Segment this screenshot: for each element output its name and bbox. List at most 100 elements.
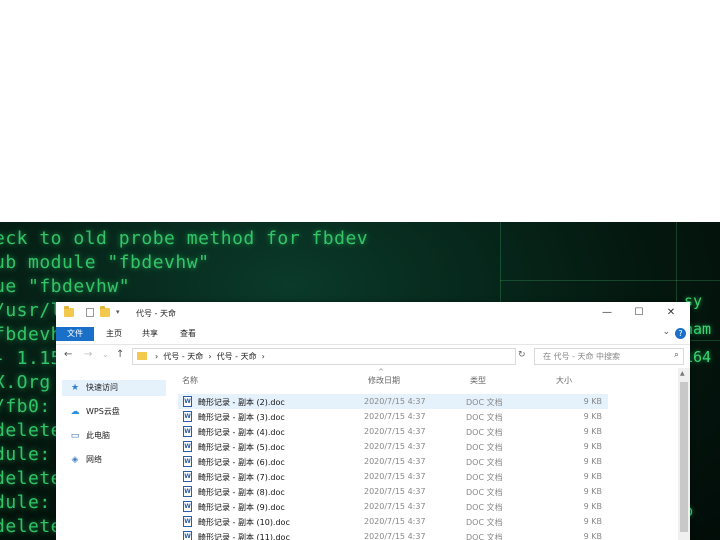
- scroll-up-icon[interactable]: ▲: [680, 370, 685, 377]
- network-icon: ◈: [71, 455, 79, 465]
- table-row[interactable]: W 畸形记录 - 副本 (10).doc 2020/7/15 4:37 DOC …: [178, 514, 608, 529]
- file-name: 畸形记录 - 副本 (3).doc: [198, 413, 285, 422]
- star-icon: ★: [70, 383, 80, 393]
- table-row[interactable]: W 畸形记录 - 副本 (8).doc 2020/7/15 4:37 DOC 文…: [178, 484, 608, 499]
- address-input[interactable]: › 代号 - 天命 › 代号 - 天命 ›: [132, 348, 516, 365]
- help-icon[interactable]: ?: [675, 328, 686, 339]
- column-header-type[interactable]: 类型: [470, 375, 486, 386]
- sidebar-item-network[interactable]: ◈ 网络: [62, 452, 166, 468]
- table-row[interactable]: W 畸形记录 - 副本 (11).doc 2020/7/15 4:37 DOC …: [178, 529, 608, 540]
- file-type: DOC 文档: [466, 473, 503, 482]
- file-size: 9 KB: [583, 487, 602, 496]
- column-header-size[interactable]: 大小: [556, 375, 572, 386]
- table-row[interactable]: W 畸形记录 - 副本 (9).doc 2020/7/15 4:37 DOC 文…: [178, 499, 608, 514]
- file-date: 2020/7/15 4:37: [364, 427, 426, 436]
- new-folder-icon[interactable]: [100, 306, 110, 317]
- word-document-icon: W: [183, 531, 192, 540]
- file-date: 2020/7/15 4:37: [364, 457, 426, 466]
- file-date: 2020/7/15 4:37: [364, 532, 426, 540]
- file-date: 2020/7/15 4:37: [364, 397, 426, 406]
- word-document-icon: W: [183, 471, 192, 482]
- file-size: 9 KB: [583, 442, 602, 451]
- file-name: 畸形记录 - 副本 (2).doc: [198, 398, 285, 407]
- navigation-pane: ★ 快速访问 ☁ WPS云盘 ▭ 此电脑 ◈ 网络: [56, 368, 166, 540]
- column-header-date[interactable]: 修改日期: [368, 375, 400, 386]
- table-row[interactable]: W 畸形记录 - 副本 (5).doc 2020/7/15 4:37 DOC 文…: [178, 439, 608, 454]
- ribbon-tabs: 文件 主页 共享 查看 ⌄ ?: [56, 324, 690, 345]
- file-size: 9 KB: [583, 427, 602, 436]
- file-size: 9 KB: [583, 517, 602, 526]
- cloud-icon: ☁: [70, 407, 80, 417]
- file-type: DOC 文档: [466, 413, 503, 422]
- file-date: 2020/7/15 4:37: [364, 472, 426, 481]
- file-size: 9 KB: [583, 412, 602, 421]
- grid-line: [500, 280, 720, 281]
- word-document-icon: W: [183, 516, 192, 527]
- blank-top-area: [0, 0, 720, 222]
- table-row[interactable]: W 畸形记录 - 副本 (7).doc 2020/7/15 4:37 DOC 文…: [178, 469, 608, 484]
- recent-locations-icon[interactable]: ⌄: [102, 350, 109, 359]
- file-size: 9 KB: [583, 532, 602, 540]
- tab-share[interactable]: 共享: [136, 327, 164, 341]
- folder-icon: [137, 352, 147, 360]
- file-type: DOC 文档: [466, 398, 503, 407]
- file-name: 畸形记录 - 副本 (8).doc: [198, 488, 285, 497]
- file-name: 畸形记录 - 副本 (9).doc: [198, 503, 285, 512]
- file-name: 畸形记录 - 副本 (11).doc: [198, 533, 290, 540]
- scrollbar-thumb[interactable]: [680, 382, 688, 532]
- file-list: ^ 名称 修改日期 类型 大小 W 畸形记录 - 副本 (2).doc 2020…: [168, 368, 678, 540]
- file-name: 畸形记录 - 副本 (7).doc: [198, 473, 285, 482]
- maximize-button[interactable]: ☐: [628, 305, 650, 321]
- file-size: 9 KB: [583, 472, 602, 481]
- file-date: 2020/7/15 4:37: [364, 517, 426, 526]
- table-row[interactable]: W 畸形记录 - 副本 (2).doc 2020/7/15 4:37 DOC 文…: [178, 394, 608, 409]
- file-explorer-window: ▾ 代号 - 天命 — ☐ ✕ 文件 主页 共享 查看 ⌄ ? ← → ⌄ ↑ …: [56, 302, 690, 540]
- terminal-line: ue "fbdevhw": [0, 276, 131, 297]
- file-type: DOC 文档: [466, 458, 503, 467]
- file-date: 2020/7/15 4:37: [364, 442, 426, 451]
- breadcrumb[interactable]: › 代号 - 天命 › 代号 - 天命 ›: [155, 351, 265, 362]
- sidebar-item-quick-access[interactable]: ★ 快速访问: [62, 380, 166, 396]
- folder-icon: [64, 306, 74, 317]
- terminal-line: /fb0:: [0, 396, 51, 417]
- file-name: 畸形记录 - 副本 (5).doc: [198, 443, 285, 452]
- file-type: DOC 文档: [466, 518, 503, 527]
- file-type: DOC 文档: [466, 533, 503, 540]
- minimize-button[interactable]: —: [596, 305, 618, 321]
- refresh-icon[interactable]: ↻: [518, 350, 526, 360]
- customize-toolbar-icon[interactable]: ▾: [116, 308, 124, 317]
- tab-file[interactable]: 文件: [56, 327, 94, 341]
- sidebar-item-label: 网络: [86, 455, 102, 464]
- file-type: DOC 文档: [466, 428, 503, 437]
- search-icon: ⌕: [673, 350, 679, 360]
- file-date: 2020/7/15 4:37: [364, 412, 426, 421]
- file-date: 2020/7/15 4:37: [364, 502, 426, 511]
- column-header-name[interactable]: 名称: [182, 375, 198, 386]
- word-document-icon: W: [183, 456, 192, 467]
- terminal-line: X.Org: [0, 372, 51, 393]
- back-arrow-icon[interactable]: ←: [64, 349, 72, 360]
- title-bar[interactable]: ▾ 代号 - 天命 — ☐ ✕: [56, 302, 690, 324]
- expand-ribbon-icon[interactable]: ⌄: [662, 327, 670, 337]
- search-input[interactable]: 在 代号 - 天命 中搜索 ⌕: [534, 348, 684, 365]
- file-size: 9 KB: [583, 397, 602, 406]
- search-placeholder: 在 代号 - 天命 中搜索: [543, 352, 621, 361]
- file-type: DOC 文档: [466, 488, 503, 497]
- window-title: 代号 - 天命: [136, 309, 176, 318]
- close-button[interactable]: ✕: [660, 305, 682, 321]
- terminal-line: - 1.15: [0, 348, 63, 369]
- file-date: 2020/7/15 4:37: [364, 487, 426, 496]
- tab-home[interactable]: 主页: [100, 327, 128, 341]
- table-row[interactable]: W 畸形记录 - 副本 (3).doc 2020/7/15 4:37 DOC 文…: [178, 409, 608, 424]
- terminal-line: eck to old probe method for fbdev: [0, 228, 369, 249]
- table-row[interactable]: W 畸形记录 - 副本 (6).doc 2020/7/15 4:37 DOC 文…: [178, 454, 608, 469]
- up-arrow-icon[interactable]: ↑: [116, 349, 124, 360]
- table-row[interactable]: W 畸形记录 - 副本 (4).doc 2020/7/15 4:37 DOC 文…: [178, 424, 608, 439]
- sidebar-item-this-pc[interactable]: ▭ 此电脑: [62, 428, 166, 444]
- address-bar-row: ← → ⌄ ↑ › 代号 - 天命 › 代号 - 天命 › ↻ 在 代号 - 天…: [56, 345, 690, 367]
- forward-arrow-icon[interactable]: →: [84, 349, 92, 360]
- tab-view[interactable]: 查看: [174, 327, 202, 341]
- sidebar-item-wps-cloud[interactable]: ☁ WPS云盘: [62, 404, 166, 420]
- properties-icon[interactable]: [86, 308, 94, 317]
- vertical-scrollbar[interactable]: ▲: [678, 368, 690, 540]
